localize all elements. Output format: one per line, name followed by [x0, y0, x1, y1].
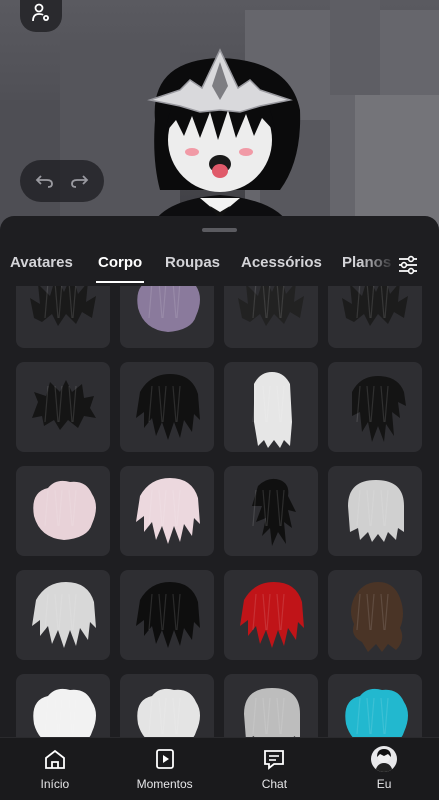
hair-item-thumbnail: [240, 582, 304, 648]
avatar-preview-scene[interactable]: [0, 0, 439, 230]
hair-shape: [352, 376, 406, 442]
nav-chat[interactable]: Chat: [220, 738, 330, 800]
moments-icon: [152, 746, 178, 772]
hair-item-thumbnail: [244, 688, 300, 738]
redo-icon[interactable]: [69, 173, 89, 189]
hair-shape: [348, 480, 404, 542]
background-block: [355, 95, 439, 230]
bottom-navigation: Início Momentos Chat Eu: [0, 737, 439, 800]
hair-shape: [33, 688, 96, 738]
home-icon: [42, 746, 68, 772]
hair-item-thumbnail: [345, 688, 408, 738]
hair-shape: [351, 582, 403, 652]
hair-shape: [137, 688, 200, 738]
hair-item-thumbnail: [252, 478, 296, 546]
hair-item-thumbnail: [238, 286, 304, 326]
hair-shape: [32, 582, 96, 648]
hair-shape: [30, 286, 96, 326]
hair-item-tile[interactable]: [120, 674, 214, 738]
hair-item-thumbnail: [33, 688, 96, 738]
hair-item-thumbnail: [32, 582, 96, 648]
hair-shape: [33, 480, 96, 540]
hair-shape: [136, 582, 200, 648]
hair-item-tile[interactable]: [224, 466, 318, 556]
tab-roupas[interactable]: Roupas: [165, 254, 220, 271]
hair-item-tile[interactable]: [120, 362, 214, 452]
hair-item-thumbnail: [32, 380, 96, 430]
hair-shape: [136, 478, 200, 544]
hair-item-tile[interactable]: [328, 570, 422, 660]
hair-strand: [252, 489, 257, 527]
avatar-settings-button[interactable]: [20, 0, 62, 32]
hair-item-tile[interactable]: [120, 570, 214, 660]
nav-momentos[interactable]: Momentos: [110, 738, 220, 800]
nav-label: Eu: [376, 777, 392, 791]
hair-item-tile[interactable]: [224, 674, 318, 738]
hair-item-thumbnail: [352, 376, 406, 442]
hair-item-tile[interactable]: [16, 362, 110, 452]
item-grid: [16, 286, 426, 738]
hair-item-thumbnail: [351, 582, 403, 652]
hair-item-tile[interactable]: [328, 286, 422, 348]
undo-icon[interactable]: [35, 173, 55, 189]
hair-item-tile[interactable]: [328, 674, 422, 738]
avatar-character: [147, 48, 301, 230]
hair-item-tile[interactable]: [16, 286, 110, 348]
hair-item-tile[interactable]: [224, 570, 318, 660]
nav-eu[interactable]: Eu: [329, 738, 439, 800]
hair-item-thumbnail: [136, 478, 200, 544]
hair-shape: [240, 582, 304, 648]
undo-redo-control: [20, 160, 104, 202]
hair-item-tile[interactable]: [16, 570, 110, 660]
hair-shape: [32, 380, 96, 430]
hair-item-thumbnail: [136, 582, 200, 648]
hair-shape: [252, 478, 296, 546]
hair-shape: [244, 688, 300, 738]
hair-item-tile[interactable]: [224, 362, 318, 452]
hair-shape: [238, 286, 304, 326]
drag-handle[interactable]: [202, 228, 237, 232]
hair-shape: [136, 374, 200, 440]
sliders-icon: [399, 255, 417, 275]
hair-item-thumbnail: [252, 372, 292, 448]
hair-item-tile[interactable]: [120, 466, 214, 556]
hair-shape: [342, 286, 408, 326]
hair-item-thumbnail: [33, 480, 96, 540]
hair-item-thumbnail: [136, 374, 200, 440]
hair-item-thumbnail: [137, 688, 200, 738]
hair-item-tile[interactable]: [328, 466, 422, 556]
hair-item-thumbnail: [348, 480, 404, 542]
hair-item-thumbnail: [342, 286, 408, 326]
nav-inicio[interactable]: Início: [0, 738, 110, 800]
catalog-panel: Avatares Corpo Roupas Acessórios Planos: [0, 216, 439, 800]
hair-item-tile[interactable]: [16, 674, 110, 738]
hair-item-thumbnail: [30, 286, 96, 326]
category-tabs: Avatares Corpo Roupas Acessórios Planos: [0, 246, 439, 286]
item-grid-scroll[interactable]: [0, 286, 439, 738]
hair-shape: [345, 688, 408, 738]
nav-label: Início: [40, 777, 70, 791]
tab-acessorios[interactable]: Acessórios: [241, 254, 322, 271]
tab-corpo[interactable]: Corpo: [98, 254, 142, 271]
hair-item-thumbnail: [137, 286, 200, 332]
background-block: [330, 0, 380, 95]
nav-label: Chat: [261, 777, 288, 791]
hair-item-tile[interactable]: [120, 286, 214, 348]
hair-shape: [254, 372, 292, 448]
active-tab-indicator: [96, 281, 144, 283]
chat-icon: [261, 746, 287, 772]
hair-item-tile[interactable]: [224, 286, 318, 348]
hair-item-tile[interactable]: [16, 466, 110, 556]
tab-avatares[interactable]: Avatares: [10, 254, 73, 271]
nav-label: Momentos: [136, 777, 193, 791]
hair-item-tile[interactable]: [328, 362, 422, 452]
hair-shape: [137, 286, 200, 332]
filter-button[interactable]: [394, 250, 422, 280]
profile-avatar-icon: [371, 746, 398, 772]
person-gear-icon: [32, 3, 49, 22]
